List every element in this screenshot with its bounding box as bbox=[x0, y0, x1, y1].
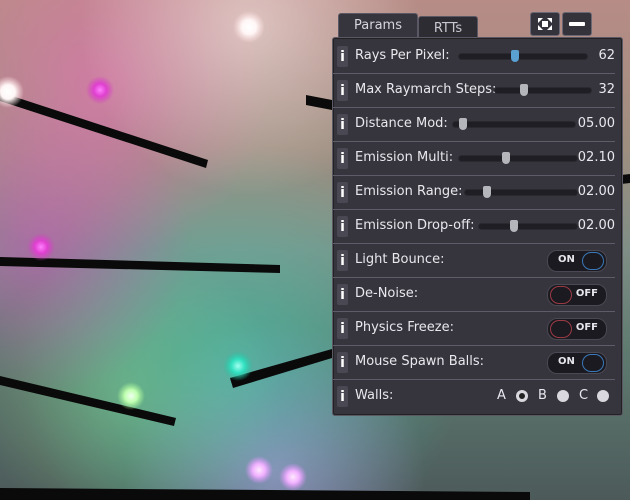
info-icon[interactable]: i bbox=[337, 80, 348, 101]
light-ball bbox=[233, 11, 265, 43]
slider-handle[interactable] bbox=[511, 50, 520, 62]
slider-row-distance-mod: i Distance Mod: 05.00 bbox=[333, 109, 621, 142]
walls-option-a-label: A bbox=[497, 388, 506, 403]
emission-drop-off-slider[interactable] bbox=[479, 220, 577, 232]
slider-handle[interactable] bbox=[519, 84, 528, 96]
slider-value: 02.10 bbox=[577, 150, 615, 165]
fullscreen-button[interactable] bbox=[530, 12, 560, 36]
slider-value: 32 bbox=[598, 82, 615, 97]
walls-option-c-radio[interactable] bbox=[597, 390, 609, 402]
rays-per-pixel-slider[interactable] bbox=[459, 50, 587, 62]
slider-row-emission-drop-off: i Emission Drop-off: 02.00 bbox=[333, 211, 621, 244]
walls-option-b-radio[interactable] bbox=[557, 390, 569, 402]
toggle-state-text: ON bbox=[558, 356, 575, 367]
toggle-knob bbox=[582, 354, 604, 372]
wall-segment bbox=[0, 376, 176, 426]
info-icon[interactable]: i bbox=[337, 216, 348, 237]
minimize-button[interactable] bbox=[562, 12, 592, 36]
light-ball bbox=[279, 463, 307, 491]
toggle-row-mouse-spawn-balls: i Mouse Spawn Balls: ON bbox=[333, 347, 621, 380]
toggle-state-text: OFF bbox=[575, 322, 598, 333]
slider-row-emission-multi: i Emission Multi: 02.10 bbox=[333, 143, 621, 176]
minimize-icon bbox=[569, 22, 585, 26]
toggle-row-de-noise: i De-Noise: OFF bbox=[333, 279, 621, 312]
toggle-label: Mouse Spawn Balls: bbox=[355, 354, 485, 369]
divider bbox=[333, 243, 615, 244]
divider bbox=[333, 209, 615, 210]
slider-label: Rays Per Pixel: bbox=[355, 48, 450, 63]
slider-label: Emission Range: bbox=[355, 184, 463, 199]
light-ball bbox=[223, 351, 253, 381]
light-bounce-toggle[interactable]: ON bbox=[547, 250, 607, 272]
wall-segment bbox=[306, 95, 332, 110]
divider bbox=[333, 141, 615, 142]
divider bbox=[333, 175, 615, 176]
divider bbox=[333, 277, 615, 278]
slider-value: 62 bbox=[598, 48, 615, 63]
wall-segment bbox=[0, 488, 530, 500]
toggle-state-text: OFF bbox=[575, 288, 598, 299]
tab-params[interactable]: Params bbox=[338, 13, 418, 39]
walls-option-a-radio[interactable] bbox=[516, 390, 528, 402]
divider bbox=[333, 345, 615, 346]
slider-value: 05.00 bbox=[577, 116, 615, 131]
light-ball bbox=[27, 233, 55, 261]
divider bbox=[333, 73, 615, 74]
slider-handle[interactable] bbox=[458, 118, 467, 130]
slider-label: Emission Drop-off: bbox=[355, 218, 475, 233]
toggle-row-light-bounce: i Light Bounce: ON bbox=[333, 245, 621, 278]
slider-row-rays-per-pixel: i Rays Per Pixel: 62 bbox=[333, 41, 621, 74]
slider-handle[interactable] bbox=[502, 152, 511, 164]
divider bbox=[333, 107, 615, 108]
expand-icon bbox=[538, 18, 552, 30]
slider-row-emission-range: i Emission Range: 02.00 bbox=[333, 177, 621, 210]
walls-label: Walls: bbox=[355, 388, 394, 403]
slider-handle[interactable] bbox=[510, 220, 519, 232]
slider-label: Max Raymarch Steps: bbox=[355, 82, 497, 97]
slider-row-max-raymarch-steps: i Max Raymarch Steps: 32 bbox=[333, 75, 621, 108]
toggle-knob bbox=[550, 320, 572, 338]
distance-mod-slider[interactable] bbox=[453, 118, 575, 130]
toggle-knob bbox=[550, 286, 572, 304]
slider-value: 02.00 bbox=[577, 218, 615, 233]
info-icon[interactable]: i bbox=[337, 148, 348, 169]
light-ball bbox=[245, 456, 273, 484]
info-icon[interactable]: i bbox=[337, 352, 348, 373]
de-noise-toggle[interactable]: OFF bbox=[547, 284, 607, 306]
info-icon[interactable]: i bbox=[337, 46, 348, 67]
info-icon[interactable]: i bbox=[337, 386, 348, 407]
slider-handle[interactable] bbox=[483, 186, 492, 198]
info-icon[interactable]: i bbox=[337, 284, 348, 305]
divider bbox=[333, 379, 615, 380]
physics-freeze-toggle[interactable]: OFF bbox=[547, 318, 607, 340]
mouse-spawn-balls-toggle[interactable]: ON bbox=[547, 352, 607, 374]
toggle-row-physics-freeze: i Physics Freeze: OFF bbox=[333, 313, 621, 346]
info-icon[interactable]: i bbox=[337, 114, 348, 135]
info-icon[interactable]: i bbox=[337, 318, 348, 339]
radio-row-walls: i Walls: A B C bbox=[333, 381, 621, 412]
light-ball bbox=[117, 382, 145, 410]
max-raymarch-steps-slider[interactable] bbox=[495, 84, 591, 96]
walls-option-c-label: C bbox=[579, 388, 589, 403]
slider-label: Distance Mod: bbox=[355, 116, 448, 131]
light-ball bbox=[86, 76, 114, 104]
toggle-knob bbox=[582, 252, 604, 270]
toggle-label: Light Bounce: bbox=[355, 252, 445, 267]
info-icon[interactable]: i bbox=[337, 182, 348, 203]
divider bbox=[333, 311, 615, 312]
emission-multi-slider[interactable] bbox=[459, 152, 577, 164]
emission-range-slider[interactable] bbox=[465, 186, 577, 198]
slider-label: Emission Multi: bbox=[355, 150, 454, 165]
toggle-label: Physics Freeze: bbox=[355, 320, 454, 335]
toggle-state-text: ON bbox=[558, 254, 575, 265]
walls-option-b-label: B bbox=[538, 388, 547, 403]
slider-value: 02.00 bbox=[577, 184, 615, 199]
toggle-label: De-Noise: bbox=[355, 286, 419, 301]
info-icon[interactable]: i bbox=[337, 250, 348, 271]
